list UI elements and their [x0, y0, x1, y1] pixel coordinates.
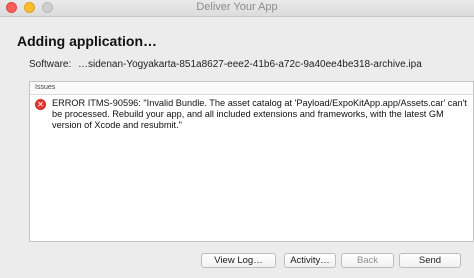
issues-header: Issues — [30, 82, 473, 95]
window-titlebar: Deliver Your App — [0, 0, 474, 17]
back-button[interactable]: Back — [341, 253, 394, 268]
activity-button[interactable]: Activity… — [284, 253, 336, 268]
software-label: Software: — [29, 59, 72, 70]
software-filename: …sidenan-Yogyakarta-851a8627-eee2-41b6-a… — [78, 59, 422, 70]
issues-list[interactable]: Issues ✕ ERROR ITMS-90596: "Invalid Bund… — [29, 81, 474, 242]
send-button[interactable]: Send — [399, 253, 461, 268]
window-title: Deliver Your App — [196, 1, 278, 13]
issue-message: ERROR ITMS-90596: "Invalid Bundle. The a… — [52, 98, 467, 130]
error-icon: ✕ — [35, 99, 46, 110]
page-title: Adding application… — [17, 33, 157, 49]
view-log-button[interactable]: View Log… — [201, 253, 276, 268]
